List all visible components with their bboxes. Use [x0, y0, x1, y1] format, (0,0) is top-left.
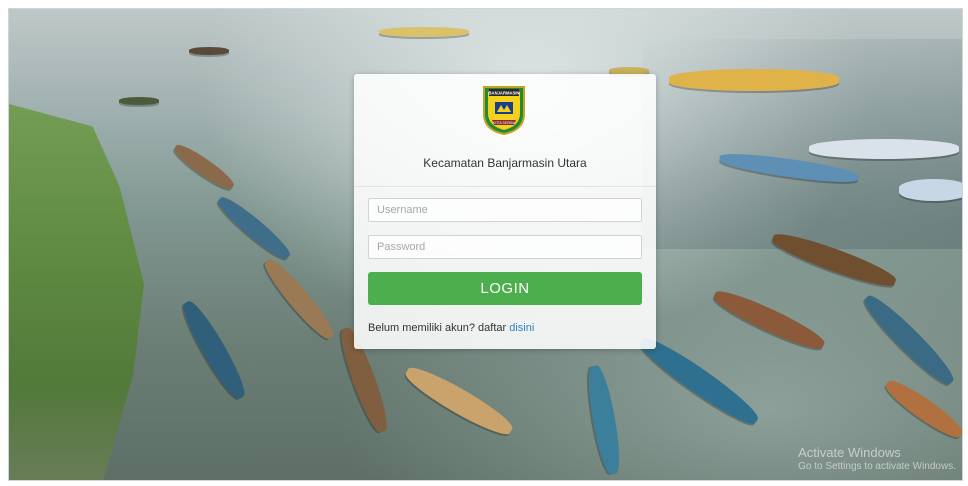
logo-top-text: BANJARMASIN — [489, 91, 520, 96]
login-button[interactable]: LOGIN — [368, 272, 642, 305]
login-card: BANJARMASIN KOTA SERIBU Kecamatan Banjar… — [354, 74, 656, 349]
windows-activation-watermark: Activate Windows Go to Settings to activ… — [798, 446, 956, 474]
register-link[interactable]: disini — [509, 322, 534, 334]
logo-bottom-text: KOTA SERIBU — [493, 121, 516, 125]
username-input[interactable] — [368, 198, 642, 222]
register-text: Belum memiliki akun? daftar — [368, 322, 510, 334]
banjarmasin-emblem-icon: BANJARMASIN KOTA SERIBU — [483, 86, 525, 136]
boat — [809, 139, 959, 159]
boat — [899, 179, 962, 201]
watermark-title: Activate Windows — [798, 445, 901, 460]
page-subtitle: Kecamatan Banjarmasin Utara — [423, 156, 587, 170]
boat — [669, 69, 839, 91]
login-page: BANJARMASIN KOTA SERIBU Kecamatan Banjar… — [8, 8, 963, 481]
divider — [354, 186, 656, 187]
boat — [189, 47, 229, 55]
boat — [119, 97, 159, 105]
boat — [379, 27, 469, 37]
password-input[interactable] — [368, 235, 642, 259]
watermark-subtitle: Go to Settings to activate Windows. — [798, 461, 956, 472]
register-prompt: Belum memiliki akun? daftar disini — [368, 322, 534, 334]
